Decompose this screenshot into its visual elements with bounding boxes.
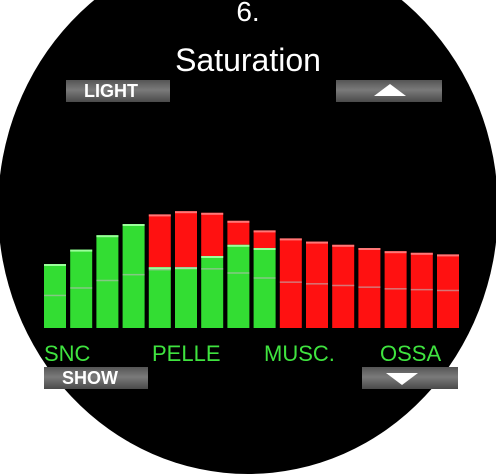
bar-top-line xyxy=(358,248,381,250)
bar-divider-line xyxy=(437,289,459,292)
bar-top-line xyxy=(306,241,328,244)
bar-top-line xyxy=(201,256,224,258)
bar-top-line xyxy=(227,220,250,223)
bar-top-line xyxy=(201,212,224,215)
bar-red-segment xyxy=(253,230,276,248)
bar-green-segment xyxy=(96,235,119,328)
bar-top-line xyxy=(253,248,276,250)
bar-top-line xyxy=(96,235,119,238)
category-label-snc: SNC xyxy=(44,341,91,366)
bar-top-line xyxy=(148,267,171,270)
bar-red-segment xyxy=(148,214,171,268)
bar-top-line xyxy=(122,224,145,226)
bar-green-segment xyxy=(253,248,276,328)
bar-green-segment xyxy=(70,249,93,328)
bar-top-line xyxy=(148,214,171,217)
bar-divider-line xyxy=(384,288,407,290)
bar-green-segment xyxy=(122,224,145,328)
bar-divider-line xyxy=(70,287,93,289)
bar-red-segment xyxy=(358,248,381,328)
bar-green-segment xyxy=(227,244,250,328)
category-label-musc: MUSC. xyxy=(264,341,335,366)
bar-divider-line xyxy=(122,273,145,276)
bar-red-segment xyxy=(384,251,407,328)
bar-red-segment xyxy=(410,252,433,328)
bar-divider-line xyxy=(279,281,302,283)
category-label-ossa: OSSA xyxy=(380,341,442,366)
bar-divider-line xyxy=(44,294,66,297)
bar-green-segment xyxy=(148,267,171,328)
bar-top-line xyxy=(175,211,197,214)
bar-top-line xyxy=(70,249,93,252)
bar-top-line xyxy=(44,264,66,266)
bar-divider-line xyxy=(227,272,250,274)
bar-top-line xyxy=(410,252,433,255)
bar-top-line xyxy=(253,230,276,233)
bar-divider-line xyxy=(253,277,276,279)
bar-divider-line xyxy=(332,284,355,287)
bar-green-segment xyxy=(201,256,224,328)
bar-divider-line xyxy=(148,268,171,271)
bar-red-segment xyxy=(227,220,250,245)
bar-divider-line xyxy=(201,268,224,270)
category-label-pelle: PELLE xyxy=(152,341,221,366)
bar-divider-line xyxy=(410,288,433,291)
bar-divider-line xyxy=(358,286,381,288)
bar-red-segment xyxy=(175,211,197,268)
bar-divider-line xyxy=(175,267,197,269)
bar-red-segment xyxy=(279,238,302,328)
bar-divider-line xyxy=(306,283,328,285)
bar-divider-line xyxy=(96,279,119,282)
bar-top-line xyxy=(384,251,407,254)
bar-top-line xyxy=(437,254,459,257)
bar-top-line xyxy=(227,244,250,247)
bar-top-line xyxy=(279,238,302,241)
bar-top-line xyxy=(332,244,355,247)
bar-red-segment xyxy=(332,244,355,328)
bar-red-segment xyxy=(201,212,224,256)
bar-red-segment xyxy=(306,241,328,328)
bar-green-segment xyxy=(175,267,197,328)
